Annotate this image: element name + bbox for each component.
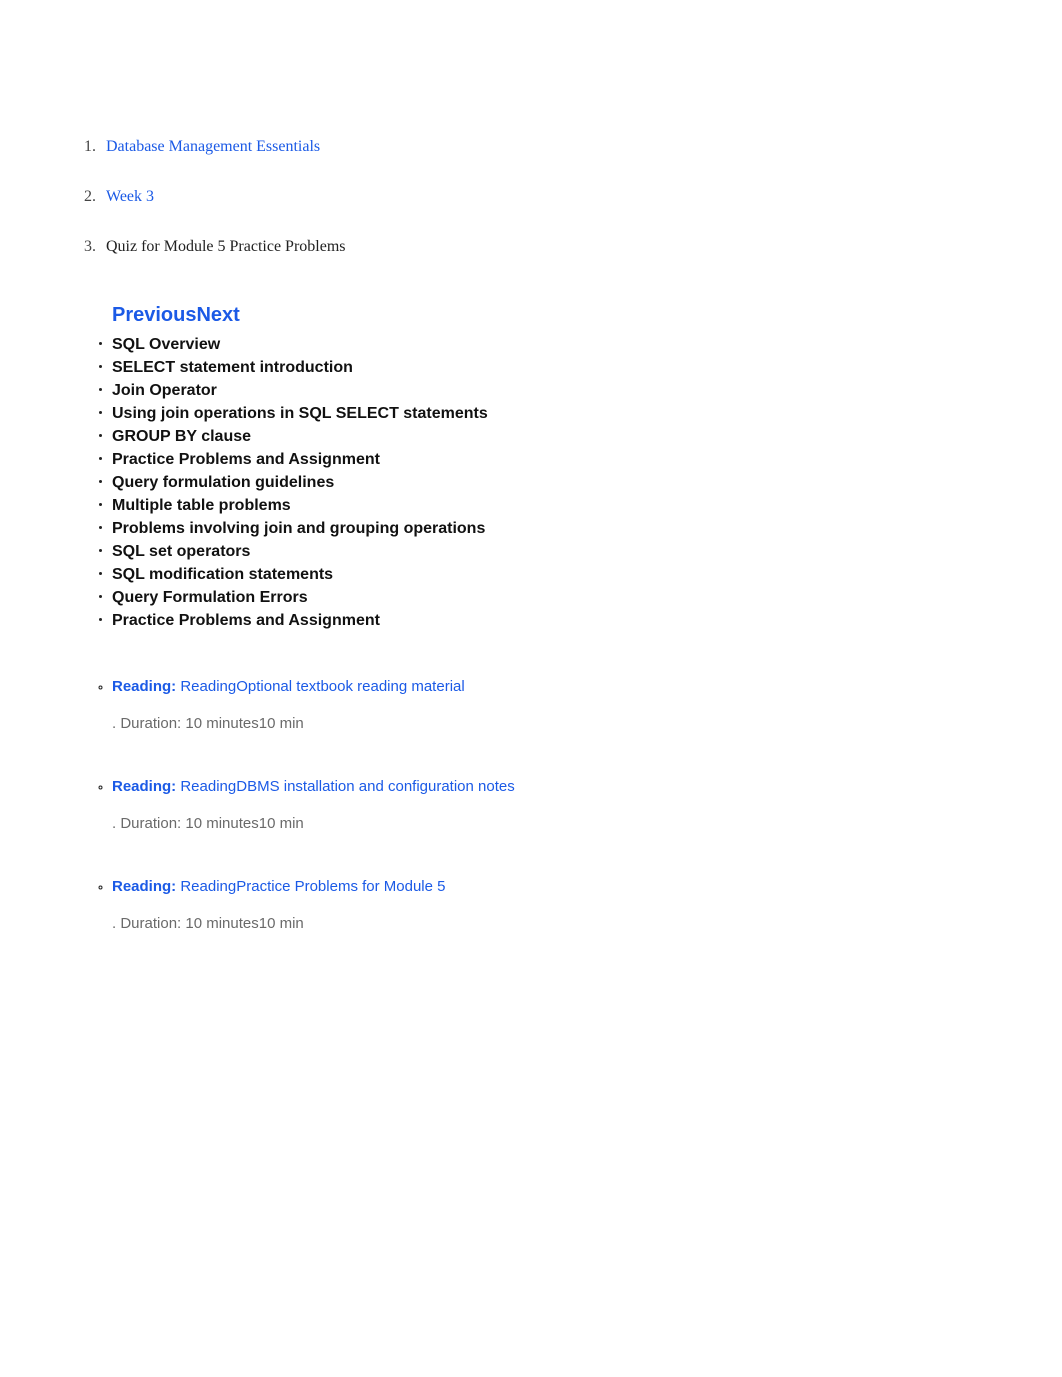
reading-prefix: Reading: [112,878,180,895]
previous-link[interactable]: Previous [112,304,196,326]
next-link[interactable]: Next [196,304,239,326]
reading-title: Optional textbook reading material [236,678,464,695]
duration-long: . Duration: 10 minutes [112,815,259,832]
breadcrumb-link-week[interactable]: Week 3 [106,188,154,205]
topic-item: Join Operator [112,379,1012,402]
topic-item: SQL modification statements [112,563,1012,586]
topic-item: SQL set operators [112,540,1012,563]
prev-next-nav: PreviousNext [112,304,1012,327]
reading-prefix: Reading: [112,778,180,795]
topic-label: SQL set operators [112,540,250,563]
breadcrumb-link-course[interactable]: Database Management Essentials [106,138,320,155]
topic-label: Multiple table problems [112,494,291,517]
topic-item: GROUP BY clause [112,425,1012,448]
topic-label: Query Formulation Errors [112,586,308,609]
topic-item: Practice Problems and Assignment [112,448,1012,471]
topic-item: Multiple table problems [112,494,1012,517]
topic-label: Practice Problems and Assignment [112,609,380,632]
topic-label: Join Operator [112,379,217,402]
breadcrumb: Database Management Essentials Week 3 Qu… [50,130,1012,280]
reading-kind: Reading [180,678,236,695]
readings-list: Reading: ReadingOptional textbook readin… [112,678,1012,932]
reading-item: Reading: ReadingOptional textbook readin… [112,678,1012,732]
topics-list: SQL Overview SELECT statement introducti… [50,333,1012,932]
topic-label: SQL modification statements [112,563,333,586]
reading-duration: . Duration: 10 minutes10 min [112,815,1012,832]
topic-item: Problems involving join and grouping ope… [112,517,1012,540]
reading-kind: Reading [180,778,236,795]
duration-short: 10 min [259,715,304,732]
reading-kind: Reading [180,878,236,895]
topic-label: SQL Overview [112,333,220,356]
reading-item: Reading: ReadingDBMS installation and co… [112,778,1012,832]
reading-title: Practice Problems for Module 5 [236,878,445,895]
reading-link[interactable]: Reading: ReadingOptional textbook readin… [112,678,465,695]
topic-label: SELECT statement introduction [112,356,353,379]
duration-short: 10 min [259,815,304,832]
breadcrumb-current: Quiz for Module 5 Practice Problems [106,238,346,255]
topic-item: SELECT statement introduction [112,356,1012,379]
topic-label: Using join operations in SQL SELECT stat… [112,402,488,425]
duration-short: 10 min [259,915,304,932]
topic-label: GROUP BY clause [112,425,251,448]
topic-item: SQL Overview [112,333,1012,356]
breadcrumb-item: Quiz for Module 5 Practice Problems [100,230,1012,280]
topic-label: Problems involving join and grouping ope… [112,517,485,540]
topic-item: Practice Problems and Assignment Reading… [112,609,1012,932]
duration-long: . Duration: 10 minutes [112,715,259,732]
breadcrumb-item: Week 3 [100,180,1012,230]
duration-long: . Duration: 10 minutes [112,915,259,932]
page-root: Database Management Essentials Week 3 Qu… [0,0,1062,982]
reading-duration: . Duration: 10 minutes10 min [112,715,1012,732]
reading-item: Reading: ReadingPractice Problems for Mo… [112,878,1012,932]
topic-item: Using join operations in SQL SELECT stat… [112,402,1012,425]
breadcrumb-item: Database Management Essentials [100,130,1012,180]
topic-label: Practice Problems and Assignment [112,448,380,471]
topic-label: Query formulation guidelines [112,471,334,494]
reading-title: DBMS installation and configuration note… [236,778,515,795]
topic-item: Query Formulation Errors [112,586,1012,609]
reading-link[interactable]: Reading: ReadingDBMS installation and co… [112,778,515,795]
topic-item: Query formulation guidelines [112,471,1012,494]
reading-link[interactable]: Reading: ReadingPractice Problems for Mo… [112,878,446,895]
reading-prefix: Reading: [112,678,180,695]
reading-duration: . Duration: 10 minutes10 min [112,915,1012,932]
